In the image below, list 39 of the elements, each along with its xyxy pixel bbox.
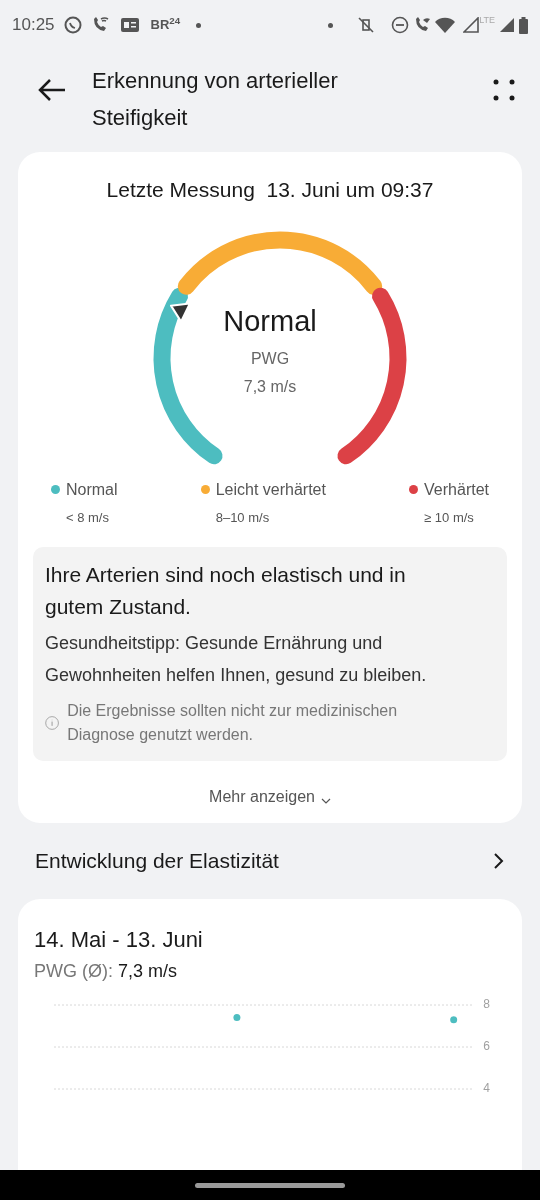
brand-mark: BR$^{24}$ xyxy=(150,15,181,35)
info-icon xyxy=(45,713,60,733)
legend-range: ≥ 10 m/s xyxy=(423,508,475,527)
last-measurement-text: Letzte Messung 13. Juni um 09:37 xyxy=(106,177,434,203)
legend-label: Normal xyxy=(66,479,118,500)
axis-tick-label: 8 xyxy=(483,996,490,1011)
muted-vibration-icon xyxy=(357,17,376,33)
signal-icon xyxy=(463,17,480,33)
status-text: Normal xyxy=(223,303,317,339)
chevron-down-icon xyxy=(320,798,331,804)
signal-icon xyxy=(499,17,515,33)
wifi-icon xyxy=(435,17,456,33)
metric-value: 7,3 m/s xyxy=(243,377,297,397)
page-title: Erkennung von arterieller Steifigkeit xyxy=(92,67,339,132)
axis-tick-label: 4 xyxy=(483,1080,490,1095)
show-more-button[interactable]: Mehr anzeigen xyxy=(209,785,331,809)
chevron-right-icon xyxy=(493,851,505,870)
legend-label: Leicht verhärtet xyxy=(215,479,326,500)
call-icon xyxy=(413,16,432,34)
health-tip-text: Gesundheitstipp: Gesunde Ernährung und Gewohnheiten helfen Ihnen, gesund zu bleiben. xyxy=(45,632,428,687)
average-label: PWG (Ø): xyxy=(34,960,113,981)
home-indicator[interactable] xyxy=(195,1182,345,1188)
do-not-disturb-icon xyxy=(391,16,410,34)
more-options-icon xyxy=(492,78,516,102)
metric-label: PWG xyxy=(250,349,290,369)
axis-tick-label: 6 xyxy=(483,1038,490,1053)
network-type: LTE xyxy=(479,14,495,27)
legend-range: < 8 m/s xyxy=(65,508,110,527)
legend-range: 8–10 m/s xyxy=(214,508,271,527)
disclaimer-text: Die Ergebnisse sollten nicht zur medizinischen Diagnose genutzt werden. xyxy=(67,701,399,745)
status-time: 10:25 xyxy=(12,14,55,37)
trend-section-link[interactable]: Entwicklung der Elastizität xyxy=(18,845,522,877)
date-range: 14. Mai - 13. Juni xyxy=(34,925,204,954)
back-arrow-icon xyxy=(37,78,67,102)
battery-icon xyxy=(519,16,528,34)
legend-label: Verhärtet xyxy=(424,479,489,500)
news-icon xyxy=(120,18,139,32)
summary-text: Ihre Arterien sind noch elastisch und in gutem Zustand. xyxy=(45,562,407,620)
average-value: 7,3 m/s xyxy=(118,960,178,981)
